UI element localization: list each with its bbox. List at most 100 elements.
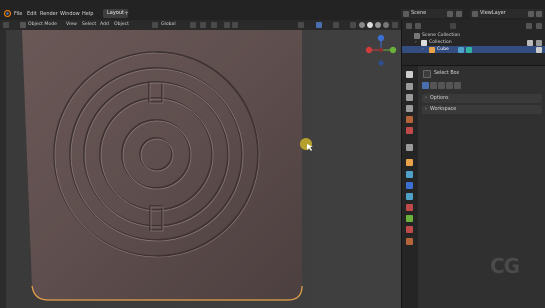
- material-tab-icon[interactable]: [406, 226, 413, 233]
- render-tab-icon[interactable]: [406, 83, 413, 90]
- properties-panel: Select Box › Options › Workspace: [401, 65, 545, 308]
- world-tab-icon[interactable]: [406, 127, 413, 134]
- solid-shading-icon[interactable]: [367, 22, 373, 28]
- select-mode-subtract-icon[interactable]: [438, 82, 445, 89]
- tool-tab-icon[interactable]: [406, 71, 413, 78]
- add-workspace-button[interactable]: +: [124, 9, 129, 18]
- viewport-header: Object Mode View Select Add Object Globa…: [0, 20, 401, 30]
- transform-orientation-icon[interactable]: [152, 22, 158, 28]
- wireframe-shading-icon[interactable]: [359, 22, 365, 28]
- menu-view[interactable]: View: [66, 21, 77, 29]
- mesh-object-icon: [429, 46, 435, 53]
- gizmo-x-axis[interactable]: [365, 46, 373, 54]
- watermark-logo: CG: [490, 254, 520, 278]
- expand-arrow-icon[interactable]: ›: [415, 39, 417, 46]
- expand-arrow-icon[interactable]: ›: [422, 46, 424, 53]
- viewport-canvas[interactable]: [0, 30, 401, 308]
- orientation-dropdown[interactable]: Global: [161, 21, 176, 29]
- rendered-shading-icon[interactable]: [383, 22, 389, 28]
- editor-type-icon[interactable]: [3, 22, 9, 28]
- shading-options-icon[interactable]: [392, 22, 398, 28]
- gizmo-neg-z-axis[interactable]: [378, 60, 384, 66]
- display-mode-icon[interactable]: [415, 23, 421, 29]
- select-box-tool-icon[interactable]: [423, 70, 431, 78]
- gizmo-y-axis[interactable]: [389, 46, 397, 54]
- outliner-row-collection[interactable]: › Collection: [402, 39, 545, 46]
- menu-object[interactable]: Object: [114, 21, 129, 29]
- options-label: Options: [430, 96, 449, 101]
- view-layer-tab-icon[interactable]: [406, 105, 413, 112]
- data-tab-icon[interactable]: [406, 215, 413, 222]
- mesh-data-icon: [466, 46, 472, 53]
- menu-render[interactable]: Render: [40, 10, 58, 18]
- scene-collection-label: Scene Collection: [422, 33, 461, 38]
- eye-icon[interactable]: [536, 39, 542, 46]
- menu-add[interactable]: Add: [100, 21, 109, 29]
- menu-help[interactable]: Help: [82, 10, 93, 18]
- menu-select[interactable]: Select: [82, 21, 96, 29]
- output-tab-icon[interactable]: [406, 94, 413, 101]
- workspace-panel-header[interactable]: › Workspace: [422, 105, 542, 114]
- snap-target-icon[interactable]: [211, 22, 217, 28]
- modifier-tab-icon[interactable]: [406, 171, 413, 178]
- view-layer-label: ViewLayer: [480, 10, 506, 16]
- texture-tab-icon[interactable]: [406, 238, 413, 245]
- menu-file[interactable]: File: [14, 10, 22, 18]
- new-collection-icon[interactable]: [536, 23, 542, 29]
- properties-tabs: [402, 66, 418, 308]
- menu-window[interactable]: Window: [60, 10, 80, 18]
- checkbox-icon[interactable]: [527, 39, 533, 46]
- collection-label: Collection: [429, 40, 452, 45]
- proportional-edit-icon[interactable]: [224, 22, 230, 28]
- visibility-icon[interactable]: [298, 22, 304, 28]
- pivot-icon[interactable]: [190, 22, 196, 28]
- collection-tab-icon[interactable]: [406, 144, 413, 151]
- copy-icon[interactable]: [528, 10, 534, 17]
- select-mode-invert-icon[interactable]: [446, 82, 453, 89]
- snap-icon[interactable]: [200, 22, 206, 28]
- outliner-panel: Scene Collection › Collection › Cube: [401, 20, 545, 65]
- scene-selector[interactable]: Scene: [401, 9, 463, 18]
- gizmo-toggle-icon[interactable]: [316, 22, 322, 28]
- outliner-editor-icon[interactable]: [406, 23, 412, 29]
- select-mode-extend-icon[interactable]: [430, 82, 437, 89]
- collapse-arrow-icon: ›: [425, 107, 427, 112]
- view-layer-selector[interactable]: ViewLayer: [470, 9, 544, 18]
- gizmo-z-axis[interactable]: [377, 34, 385, 42]
- menu-edit[interactable]: Edit: [27, 10, 37, 18]
- physics-tab-icon[interactable]: [406, 193, 413, 200]
- particles-tab-icon[interactable]: [406, 182, 413, 189]
- gizmo-neg-x-axis[interactable]: [378, 47, 384, 53]
- top-menubar: File Edit Render Window Help Layout + Sc…: [0, 0, 545, 20]
- scene-tab-icon[interactable]: [406, 116, 413, 123]
- collection-icon: [421, 39, 427, 46]
- cube-object[interactable]: [22, 30, 303, 301]
- filter-icon[interactable]: [526, 23, 532, 29]
- constraints-tab-icon[interactable]: [406, 204, 413, 211]
- eye-icon[interactable]: [536, 46, 542, 53]
- outliner-row-scene-collection[interactable]: Scene Collection: [402, 32, 545, 39]
- select-mode-intersect-icon[interactable]: [454, 82, 461, 89]
- scene-icon: [403, 10, 409, 17]
- toolbar-strip[interactable]: [0, 30, 6, 308]
- select-mode-new-icon[interactable]: [422, 82, 429, 89]
- overlay-icon[interactable]: [333, 22, 339, 28]
- blender-logo-icon[interactable]: [3, 9, 11, 17]
- mode-dropdown[interactable]: Object Mode: [28, 21, 57, 29]
- view-layer-icon: [472, 10, 478, 17]
- close-icon[interactable]: [456, 10, 462, 17]
- material-shading-icon[interactable]: [375, 22, 381, 28]
- outliner-row-cube[interactable]: › Cube: [402, 46, 545, 53]
- search-icon[interactable]: [450, 23, 456, 29]
- workspace-label: Workspace: [430, 107, 457, 112]
- falloff-icon[interactable]: [232, 22, 238, 28]
- object-tab-icon[interactable]: [406, 159, 413, 166]
- options-panel-header[interactable]: › Options: [422, 94, 542, 103]
- cube-label: Cube: [437, 47, 449, 52]
- close-icon[interactable]: [536, 10, 542, 17]
- xray-icon[interactable]: [350, 22, 356, 28]
- collection-icon: [414, 32, 420, 39]
- object-mode-icon[interactable]: [20, 22, 26, 28]
- copy-icon[interactable]: [447, 10, 453, 17]
- 3d-viewport[interactable]: [0, 30, 401, 308]
